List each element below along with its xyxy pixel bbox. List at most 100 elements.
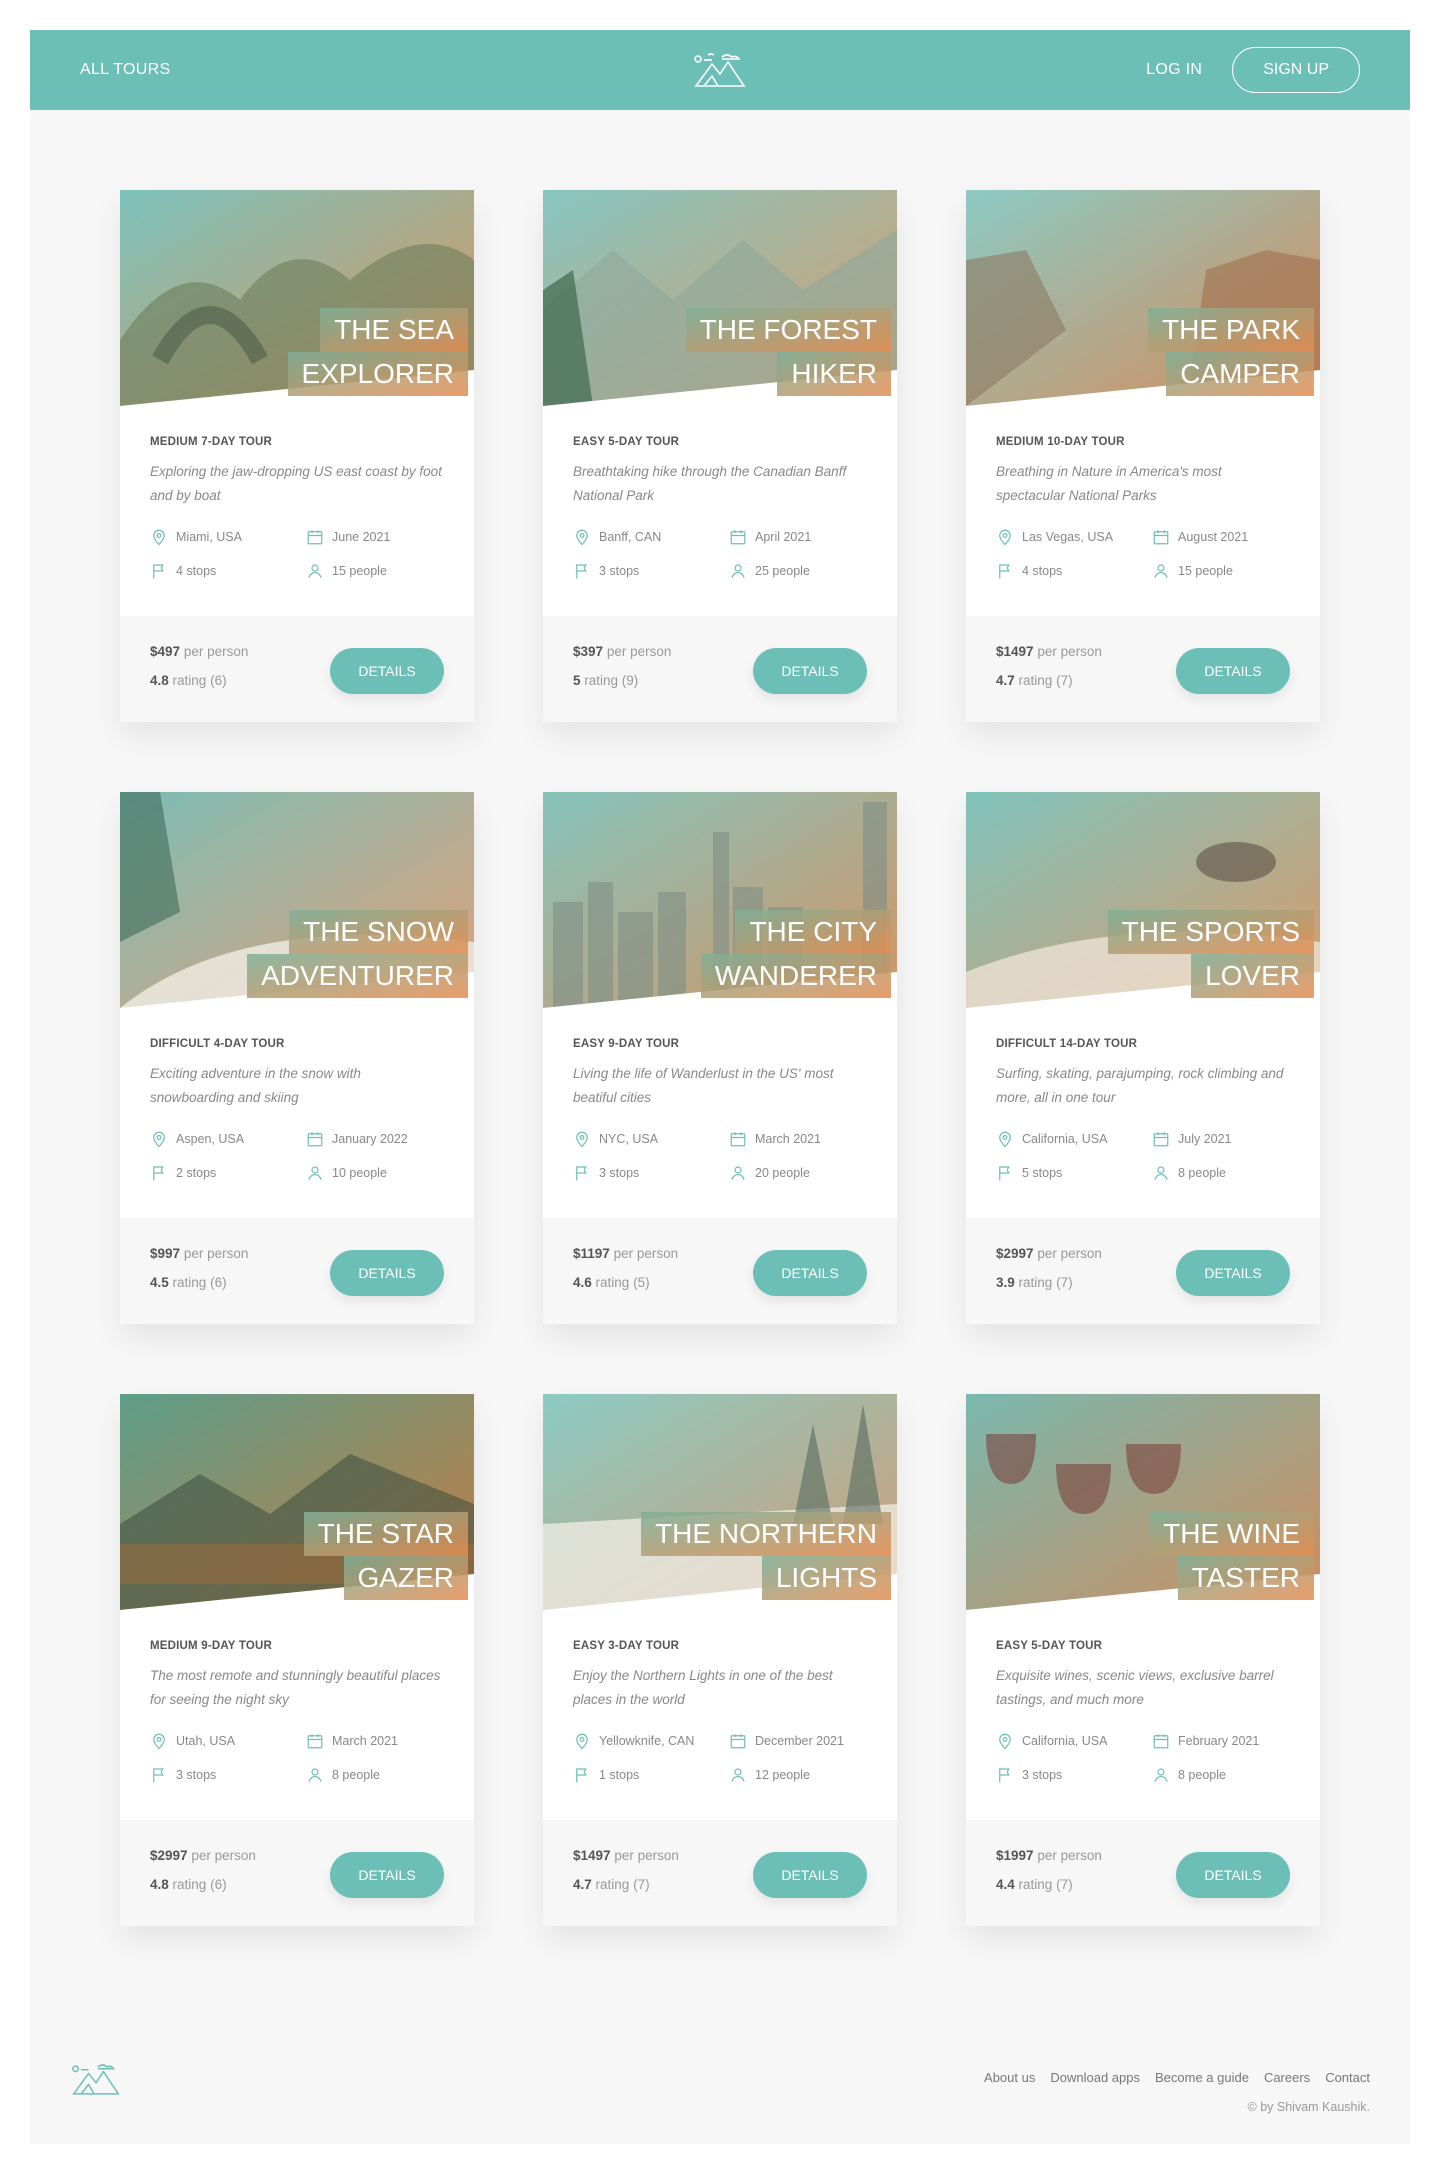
tour-facts: Aspen, USA January 2022 2 stops 10 peopl… [150, 1130, 444, 1182]
tour-facts: California, USA July 2021 5 stops 8 peop… [996, 1130, 1290, 1182]
details-button[interactable]: Details [330, 1250, 444, 1296]
details-button[interactable]: Details [753, 1852, 867, 1898]
details-button[interactable]: Details [1176, 1250, 1290, 1296]
tour-difficulty: Easy 9-day tour [573, 1038, 680, 1050]
tour-difficulty: Easy 5-day tour [996, 1640, 1103, 1652]
tour-card-title: The Wine Taster [1149, 1512, 1314, 1600]
tour-people: 15 people [1152, 562, 1302, 580]
tour-people-text: 15 people [1178, 564, 1233, 578]
user-icon [308, 1768, 322, 1782]
tour-facts: NYC, USA March 2021 3 stops 20 people [573, 1130, 867, 1182]
details-button[interactable]: Details [330, 648, 444, 694]
tour-stops: 4 stops [150, 562, 306, 580]
tour-stops-text: 1 stops [599, 1768, 640, 1782]
calendar-icon [1153, 530, 1169, 545]
flag-icon [576, 1768, 587, 1783]
tour-price-unit: per person [183, 644, 249, 659]
mountains-logo-icon[interactable] [692, 52, 748, 88]
map-pin-icon [999, 1131, 1011, 1148]
tour-stops-text: 3 stops [599, 564, 640, 578]
tour-rating-label: rating (6) [172, 1275, 227, 1290]
mountains-logo-icon [72, 2064, 120, 2095]
tour-facts: Banff, CAN April 2021 3 stops 25 people [573, 528, 867, 580]
all-tours-link[interactable]: All tours [80, 61, 170, 79]
tour-location: Banff, CAN [573, 528, 729, 546]
tour-price-unit: per person [1037, 644, 1102, 659]
tour-price-value: $997 [150, 1246, 181, 1261]
tour-people-text: 8 people [332, 1768, 380, 1782]
flag-icon [999, 564, 1010, 579]
tour-card-details: Medium 9-day tour The most remote and st… [120, 1610, 474, 1820]
tour-price-unit: per person [614, 1848, 679, 1863]
flag-icon [153, 1166, 164, 1181]
tour-price-value: $497 [150, 644, 181, 659]
tour-date-text: July 2021 [1178, 1132, 1232, 1146]
tour-summary: Breathing in Nature in America's most sp… [996, 464, 1222, 503]
tour-rating-value: 4.6 [573, 1275, 592, 1290]
tour-card-details: Difficult 4-day tour Exciting adventure … [120, 1008, 474, 1218]
details-button[interactable]: Details [753, 648, 867, 694]
tour-difficulty: Difficult 14-day tour [996, 1038, 1138, 1050]
tour-card-title: The Forest Hiker [685, 308, 891, 396]
footer-link-careers[interactable]: Careers [1264, 2070, 1310, 2085]
tour-date-text: February 2021 [1178, 1734, 1260, 1748]
footer-link-become-guide[interactable]: Become a guide [1155, 2070, 1249, 2085]
top-navbar: All tours Log in Sign up [30, 30, 1410, 110]
tour-card-details: Medium 7-day tour Exploring the jaw-drop… [120, 406, 474, 616]
tour-price-unit: per person [183, 1246, 249, 1261]
tour-stops-text: 5 stops [1022, 1166, 1063, 1180]
tour-card-details: Easy 3-day tour Enjoy the Northern Light… [543, 1610, 897, 1820]
tour-rating-label: rating (9) [584, 673, 639, 688]
tour-rating-value: 4.7 [573, 1877, 592, 1892]
tour-card-footer: $1497 per person 4.7 rating (7) Details [543, 1820, 897, 1926]
tour-card: The Park Camper Medium 10-day tour Breath… [966, 190, 1320, 722]
tour-stops-text: 2 stops [176, 1166, 217, 1180]
footer-link-contact[interactable]: Contact [1325, 2070, 1370, 2085]
tour-location: Las Vegas, USA [996, 528, 1152, 546]
footer-link-download-apps[interactable]: Download apps [1050, 2070, 1140, 2085]
flag-icon [153, 564, 164, 579]
tour-rating-label: rating (5) [595, 1275, 650, 1290]
signup-button[interactable]: Sign up [1232, 47, 1360, 93]
tour-facts: Yellowknife, CAN December 2021 1 stops 1… [573, 1732, 867, 1784]
tour-date-text: March 2021 [332, 1734, 399, 1748]
tour-location: Utah, USA [150, 1732, 306, 1750]
tour-rating-label: rating (7) [1018, 673, 1073, 688]
tour-stops: 1 stops [573, 1766, 729, 1784]
tour-people-text: 10 people [332, 1166, 387, 1180]
tour-stops-text: 4 stops [176, 564, 217, 578]
map-pin-icon [576, 529, 588, 546]
tour-card-title: The Northern Lights [641, 1512, 891, 1600]
tour-card-footer: $2997 per person 3.9 rating (7) Details [966, 1218, 1320, 1324]
tour-stops: 4 stops [996, 562, 1152, 580]
tour-people-text: 20 people [755, 1166, 810, 1180]
tour-summary: Living the life of Wanderlust in the US'… [573, 1066, 834, 1105]
details-button[interactable]: Details [753, 1250, 867, 1296]
tour-summary: Exploring the jaw-dropping US east coast… [150, 464, 442, 503]
flag-icon [999, 1768, 1010, 1783]
login-link[interactable]: Log in [1146, 61, 1202, 79]
tour-difficulty: Medium 9-day tour [150, 1640, 273, 1652]
tour-summary: Exciting adventure in the snow with snow… [150, 1066, 361, 1105]
tour-stops: 3 stops [573, 562, 729, 580]
tour-people: 8 people [306, 1766, 456, 1784]
user-icon [308, 1166, 322, 1180]
tour-location: Miami, USA [150, 528, 306, 546]
tour-summary: The most remote and stunningly beautiful… [150, 1668, 441, 1707]
details-button[interactable]: Details [1176, 648, 1290, 694]
details-button[interactable]: Details [1176, 1852, 1290, 1898]
tour-rating-value: 4.8 [150, 1877, 169, 1892]
tour-facts: Miami, USA June 2021 4 stops 15 people [150, 528, 444, 580]
tour-date: August 2021 [1152, 528, 1302, 546]
tour-card-title: The Snow Adventurer [247, 910, 468, 998]
tour-summary: Surfing, skating, parajumping, rock clim… [996, 1066, 1284, 1105]
user-icon [1154, 1768, 1168, 1782]
user-icon [731, 1166, 745, 1180]
footer-link-about[interactable]: About us [984, 2070, 1035, 2085]
calendar-icon [1153, 1734, 1169, 1749]
flag-icon [576, 564, 587, 579]
tour-price-unit: per person [1037, 1246, 1102, 1261]
tour-location: NYC, USA [573, 1130, 729, 1148]
details-button[interactable]: Details [330, 1852, 444, 1898]
flag-icon [153, 1768, 164, 1783]
